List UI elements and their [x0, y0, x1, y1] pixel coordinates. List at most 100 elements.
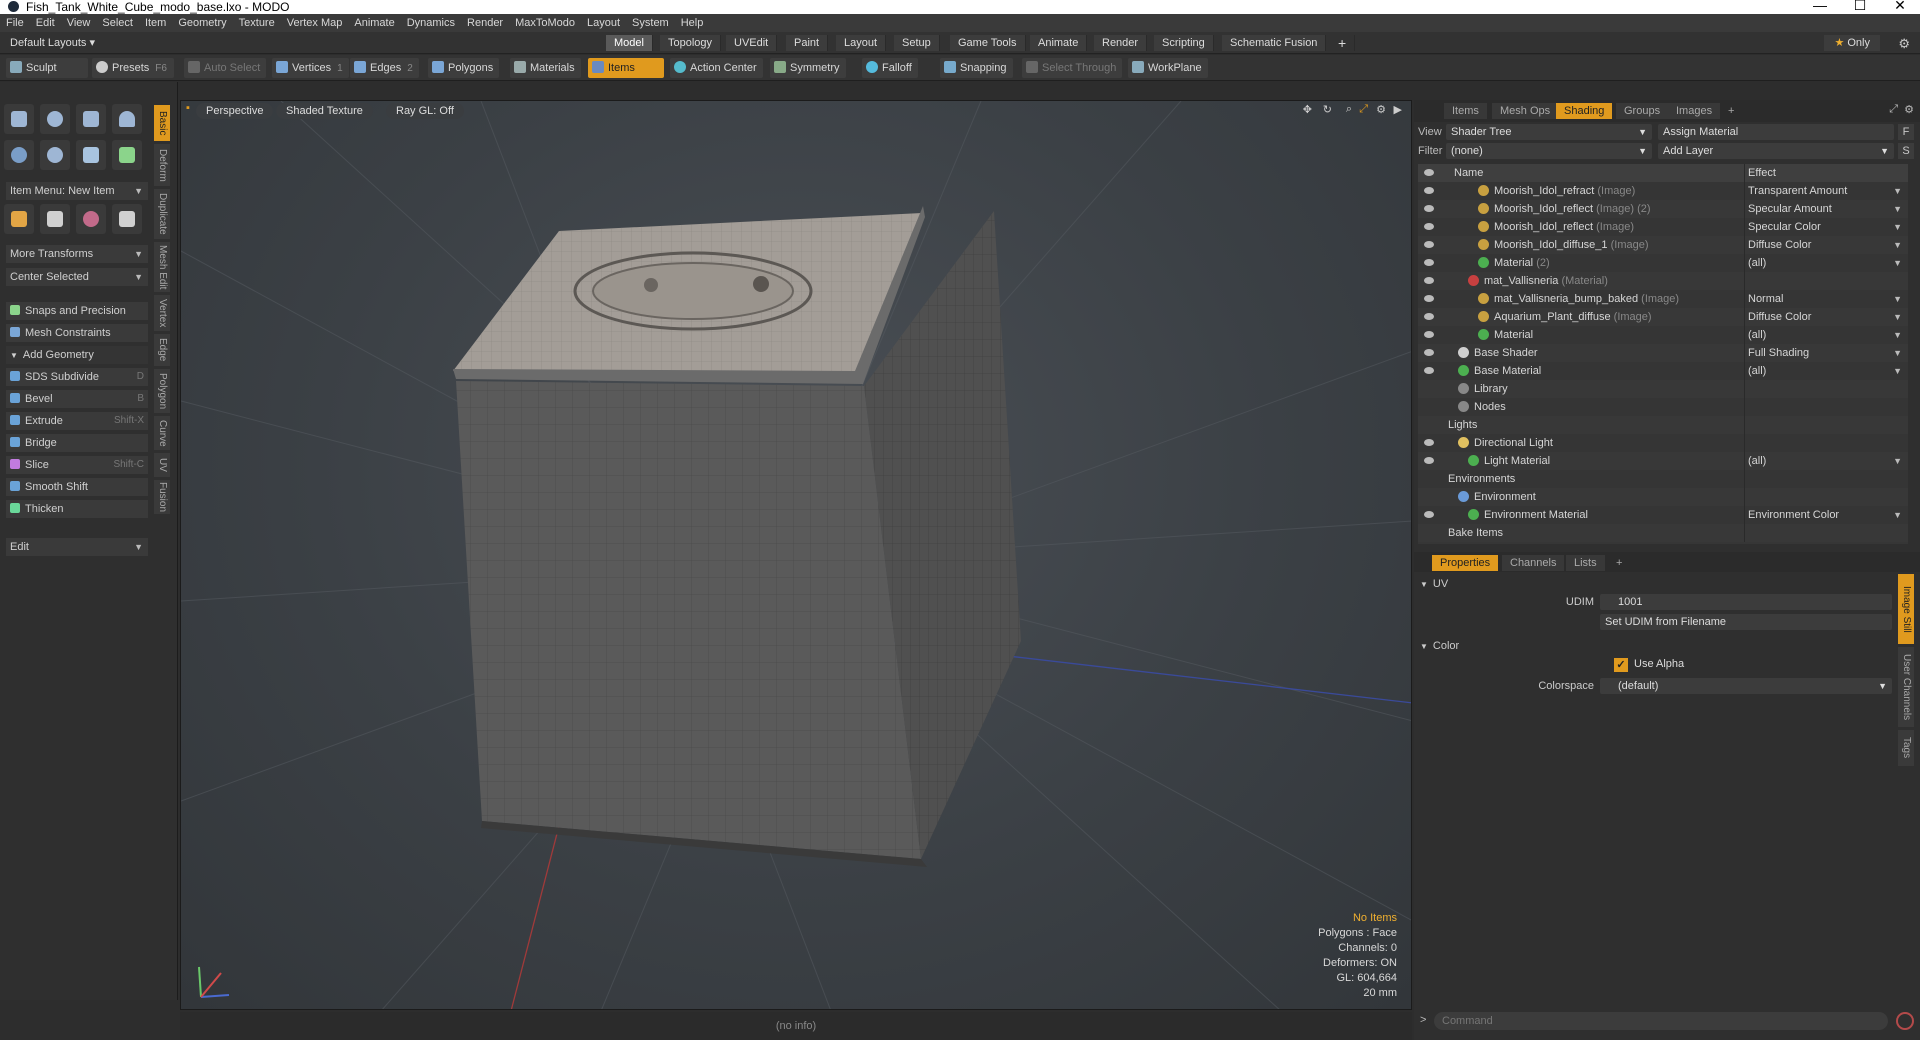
pen-icon[interactable]	[76, 140, 106, 170]
tree-row[interactable]: Aquarium_Plant_diffuse (Image) Diffuse Co…	[1418, 308, 1908, 326]
tab-model[interactable]: Model	[606, 35, 653, 51]
menu-vertex-map[interactable]: Vertex Map	[281, 14, 349, 32]
tree-row[interactable]: Material (all) ▼	[1418, 326, 1908, 344]
tool-bevel[interactable]: Bevel B	[6, 390, 148, 408]
chevron-down-icon[interactable]: ▼	[1893, 326, 1902, 344]
tree-row[interactable]: Material (2) (all) ▼	[1418, 254, 1908, 272]
tool-bridge[interactable]: Bridge	[6, 434, 148, 452]
name-column-header[interactable]: Name	[1454, 164, 1483, 182]
tree-row[interactable]: mat_Vallisneria (Material)	[1418, 272, 1908, 290]
tab-channels[interactable]: Channels	[1502, 555, 1565, 571]
transform-icon[interactable]	[112, 204, 142, 234]
tab-mesh-ops[interactable]: Mesh Ops	[1492, 103, 1559, 119]
tree-row[interactable]: Moorish_Idol_diffuse_1 (Image) Diffuse Co…	[1418, 236, 1908, 254]
menu-view[interactable]: View	[61, 14, 97, 32]
only-toggle[interactable]: ★ Only	[1824, 35, 1880, 51]
tool-slice[interactable]: Slice Shift-C	[6, 456, 148, 474]
fit-icon[interactable]: ⤢	[1359, 103, 1368, 116]
tool-smooth-shift[interactable]: Smooth Shift	[6, 478, 148, 496]
eye-icon[interactable]	[1424, 313, 1434, 320]
panel-gear-icon[interactable]: ⚙	[1904, 103, 1914, 116]
tree-row[interactable]: Bake Items	[1418, 524, 1908, 542]
tree-row[interactable]: Moorish_Idol_reflect (Image) Specular Col…	[1418, 218, 1908, 236]
tab-topology[interactable]: Topology	[660, 35, 722, 51]
polygons-button[interactable]: Polygons	[428, 58, 500, 78]
set-udim-button[interactable]: Set UDIM from Filename	[1600, 614, 1892, 630]
chevron-down-icon[interactable]: ▼	[1893, 254, 1902, 272]
vtab-fusion[interactable]: Fusion	[154, 480, 170, 514]
perspective-dropdown[interactable]: Perspective	[196, 103, 274, 119]
sphere-icon[interactable]	[40, 104, 70, 134]
assign-material-button[interactable]: Assign Material	[1658, 124, 1894, 140]
tool-sds-subdivide[interactable]: SDS Subdivide D	[6, 368, 148, 386]
edit-dropdown[interactable]: Edit ▼	[6, 538, 148, 556]
menu-render[interactable]: Render	[461, 14, 509, 32]
eye-icon[interactable]	[1424, 223, 1434, 230]
eye-icon[interactable]	[1424, 187, 1434, 194]
chevron-down-icon[interactable]: ▼	[1893, 200, 1902, 218]
mesh-constraints-button[interactable]: Mesh Constraints	[6, 324, 148, 342]
snapping-button[interactable]: Snapping	[940, 58, 1013, 78]
tab-shading[interactable]: Shading	[1556, 103, 1613, 119]
tab-render[interactable]: Render	[1094, 35, 1148, 51]
tree-row[interactable]: Environment	[1418, 488, 1908, 506]
items-button[interactable]: Items	[588, 58, 664, 78]
rotate-icon[interactable]	[40, 204, 70, 234]
falloff-button[interactable]: Falloff	[862, 58, 918, 78]
workplane-button[interactable]: WorkPlane	[1128, 58, 1208, 78]
play-icon[interactable]: ▶	[1394, 103, 1402, 116]
menu-texture[interactable]: Texture	[233, 14, 281, 32]
chevron-down-icon[interactable]: ▼	[1893, 290, 1902, 308]
eye-icon[interactable]	[1424, 205, 1434, 212]
vtab-edge[interactable]: Edge	[154, 334, 170, 366]
menu-item[interactable]: Item	[139, 14, 172, 32]
orbit-icon[interactable]: ↻	[1323, 103, 1332, 116]
tree-row[interactable]: Base Material (all) ▼	[1418, 362, 1908, 380]
add-properties-tab-button[interactable]: +	[1608, 555, 1630, 571]
use-alpha-checkbox[interactable]: ✓	[1614, 658, 1628, 672]
move-icon[interactable]	[4, 204, 34, 234]
tab-game-tools[interactable]: Game Tools	[950, 35, 1026, 51]
tab-paint[interactable]: Paint	[786, 35, 829, 51]
tab-uvedit[interactable]: UVEdit	[726, 35, 778, 51]
select-through-button[interactable]: Select Through	[1022, 58, 1123, 78]
vtab-user-channels[interactable]: User Channels	[1898, 647, 1914, 727]
tree-row[interactable]: Environment Material Environment Color ▼	[1418, 506, 1908, 524]
eye-icon[interactable]	[1424, 511, 1434, 518]
sculpt-button[interactable]: Sculpt	[6, 58, 88, 78]
command-input[interactable]	[1434, 1012, 1888, 1030]
filter-dropdown[interactable]: (none) ▼	[1446, 143, 1652, 159]
edges-button[interactable]: Edges 2	[350, 58, 419, 78]
tab-layout[interactable]: Layout	[836, 35, 887, 51]
maximize-button[interactable]: ☐	[1840, 0, 1880, 12]
chevron-down-icon[interactable]: ▼	[1893, 506, 1902, 524]
expand-icon[interactable]: ⤢	[1889, 103, 1898, 116]
tool-thicken[interactable]: Thicken	[6, 500, 148, 518]
menu-select[interactable]: Select	[96, 14, 139, 32]
tree-row[interactable]: Nodes	[1418, 398, 1908, 416]
vtab-basic[interactable]: Basic	[154, 105, 170, 141]
scale-icon[interactable]	[76, 204, 106, 234]
vtab-deform[interactable]: Deform	[154, 144, 170, 186]
tree-row[interactable]: Directional Light	[1418, 434, 1908, 452]
minimize-button[interactable]: —	[1800, 0, 1840, 12]
s-button[interactable]: S	[1898, 143, 1914, 159]
tab-lists[interactable]: Lists	[1566, 555, 1605, 571]
vtab-duplicate[interactable]: Duplicate	[154, 189, 170, 239]
chevron-down-icon[interactable]: ▼	[1893, 182, 1902, 200]
text-icon[interactable]	[112, 140, 142, 170]
chevron-down-icon[interactable]: ▼	[1893, 362, 1902, 380]
cone-icon[interactable]	[112, 104, 142, 134]
chevron-down-icon[interactable]: ▼	[1893, 308, 1902, 326]
menu-system[interactable]: System	[626, 14, 675, 32]
add-layer-dropdown[interactable]: Add Layer ▼	[1658, 143, 1894, 159]
default-layouts-dropdown[interactable]: Default Layouts ▾	[10, 36, 95, 49]
chevron-down-icon[interactable]: ▼	[1893, 236, 1902, 254]
tree-row[interactable]: Library	[1418, 380, 1908, 398]
view-dropdown[interactable]: Shader Tree ▼	[1446, 124, 1652, 140]
menu-help[interactable]: Help	[675, 14, 710, 32]
tab-properties[interactable]: Properties	[1432, 555, 1499, 571]
menu-layout[interactable]: Layout	[581, 14, 626, 32]
gear-icon[interactable]: ⚙	[1898, 36, 1910, 52]
tree-row[interactable]: Moorish_Idol_reflect (Image) (2) Specular…	[1418, 200, 1908, 218]
